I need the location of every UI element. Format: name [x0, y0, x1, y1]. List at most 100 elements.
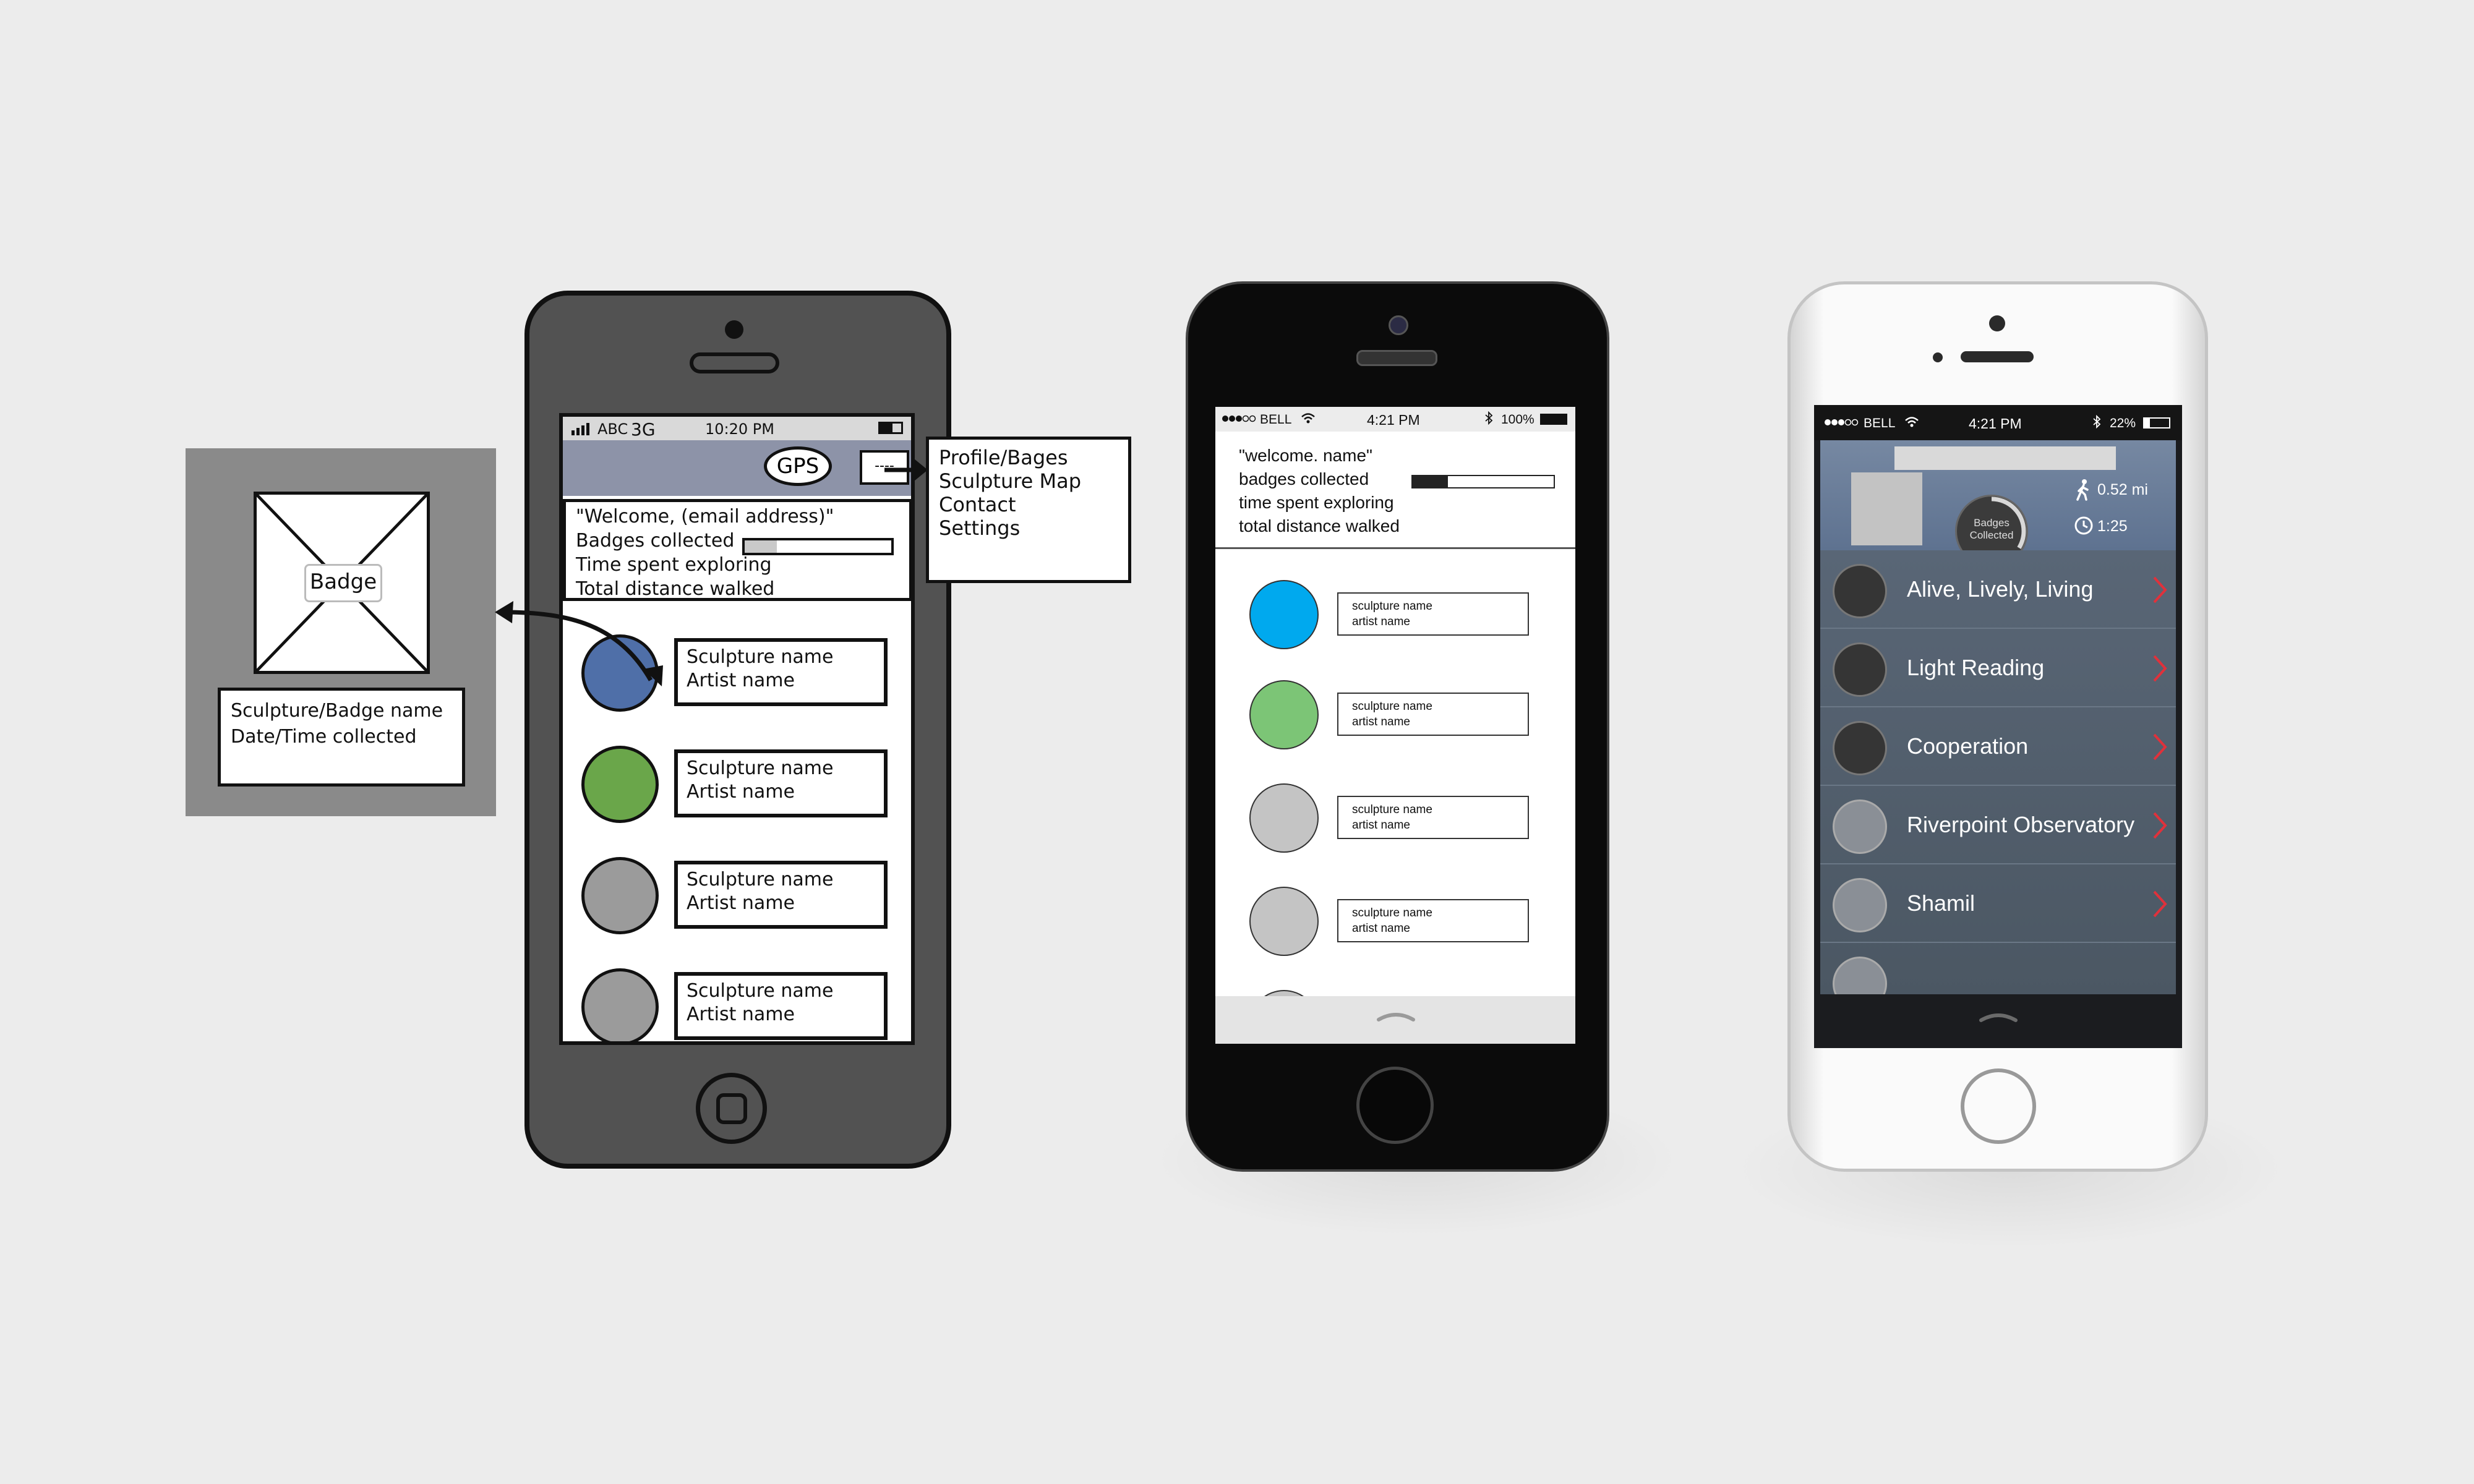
sensor-icon: [1933, 352, 1943, 362]
home-button[interactable]: [1961, 1068, 2036, 1144]
artist-name: Artist name: [687, 1004, 795, 1025]
artist-name: Artist name: [687, 892, 795, 914]
battery-percent: 100%: [1501, 412, 1534, 427]
sculpture-badge-icon[interactable]: [581, 634, 659, 712]
menu-item-settings[interactable]: Settings: [939, 516, 1118, 540]
bluetooth-icon: [1484, 411, 1493, 429]
sculpture-list-item[interactable]: Alive, Lively, Living: [1820, 550, 2176, 629]
time-label: 10:20 PM: [705, 420, 774, 438]
badge-icon: [1833, 878, 1887, 932]
sculpture-list-item[interactable]: Sculpture name Artist name: [674, 861, 888, 929]
badge-label: Badge: [304, 564, 382, 602]
progress-fill: [745, 540, 777, 553]
sculpture-badge-icon[interactable]: [581, 746, 659, 823]
home-button-icon: [716, 1093, 747, 1124]
distance-walked-label: total distance walked: [1239, 516, 1400, 535]
badge-icon: [1833, 721, 1887, 775]
badge-icon: [1833, 642, 1887, 697]
menu-item-profile[interactable]: Profile/Bages: [939, 446, 1118, 469]
camera-icon: [725, 320, 743, 339]
sculpture-badge-icon[interactable]: [1249, 783, 1319, 853]
badge-info-box: Sculpture/Badge name Date/Time collected: [218, 688, 465, 787]
badge-icon: [1833, 800, 1887, 854]
sculpture-name: Cooperation: [1907, 733, 2029, 759]
chevron-right-icon: [2153, 655, 2167, 682]
carrier-label: BELL: [1864, 416, 1896, 430]
battery-icon: [1540, 414, 1567, 425]
battery-percent: 22%: [2110, 416, 2136, 430]
wifi-icon: [1301, 412, 1316, 428]
sculpture-name: sculpture name: [1352, 906, 1432, 919]
badge-icon: [1833, 564, 1887, 618]
artist-name: artist name: [1352, 922, 1410, 935]
sculpture-list-item[interactable]: sculpture name artist name: [1337, 899, 1529, 942]
sculpture-list-item[interactable]: [1820, 943, 2176, 994]
sculpture-list: Alive, Lively, Living Light Reading Coop…: [1820, 550, 2176, 994]
sculpture-name: Sculpture name: [687, 757, 834, 779]
distance-value: 0.52 mi: [2097, 481, 2148, 498]
time-spent-label: Time spent exploring: [576, 554, 772, 576]
final-screen: BELL 4:21 PM 22% Badges Collected 0.52 m…: [1814, 405, 2182, 1048]
camera-icon: [1989, 315, 2005, 331]
sculpture-list-item[interactable]: sculpture name artist name: [1337, 592, 1529, 636]
home-button[interactable]: [1356, 1067, 1434, 1144]
chevron-up-icon: [1377, 1013, 1415, 1021]
menu-button[interactable]: ----: [860, 450, 909, 485]
sculpture-name: Alive, Lively, Living: [1907, 576, 2094, 602]
artist-name: artist name: [1352, 819, 1410, 832]
clock-icon: [2074, 516, 2094, 538]
status-bar: BELL 4:21 PM 100%: [1215, 407, 1575, 432]
status-bar: BELL 4:21 PM 22%: [1814, 405, 2182, 440]
badges-progress-bar: [1411, 475, 1555, 488]
signal-icon: [1824, 416, 1859, 432]
welcome-text: "Welcome, (email address)": [576, 506, 834, 527]
badge-info-line: Date/Time collected: [231, 726, 417, 748]
menu-item-map[interactable]: Sculpture Map: [939, 469, 1118, 493]
artist-name: Artist name: [687, 670, 795, 691]
network-label: 3G: [631, 419, 656, 440]
welcome-card: "welcome. name" badges collected time sp…: [1215, 432, 1575, 549]
sculpture-list-item[interactable]: Riverpoint Observatory: [1820, 786, 2176, 864]
avatar[interactable]: [1851, 472, 1922, 545]
chevron-right-icon: [2153, 576, 2167, 603]
sculpture-list-item[interactable]: Sculpture name Artist name: [674, 972, 888, 1040]
artist-name: artist name: [1352, 615, 1410, 628]
carrier-label: ABC: [597, 420, 628, 438]
speaker-icon: [690, 352, 779, 373]
signal-icon: [1222, 412, 1256, 429]
sculpture-name: Riverpoint Observatory: [1907, 812, 2135, 837]
gps-button[interactable]: GPS: [764, 446, 832, 486]
battery-icon: [2143, 417, 2170, 429]
sculpture-badge-icon[interactable]: [581, 857, 659, 934]
sculpture-badge-icon[interactable]: [1249, 887, 1319, 956]
artist-name: Artist name: [687, 781, 795, 803]
sculpture-name: sculpture name: [1352, 803, 1432, 816]
carrier-label: BELL: [1260, 412, 1292, 427]
sculpture-list-item[interactable]: sculpture name artist name: [1337, 693, 1529, 736]
sculpture-list-item[interactable]: sculpture name artist name: [1337, 796, 1529, 839]
sculpture-badge-icon[interactable]: [581, 968, 659, 1041]
control-center-handle[interactable]: [1215, 996, 1575, 1044]
user-name-placeholder: [1894, 446, 2116, 470]
distance-walked-label: Total distance walked: [576, 578, 775, 600]
menu-item-contact[interactable]: Contact: [939, 493, 1118, 516]
speaker-icon: [1356, 350, 1437, 366]
camera-icon: [1389, 315, 1408, 335]
control-center-handle[interactable]: [1814, 994, 2182, 1048]
chevron-right-icon: [2153, 733, 2167, 761]
sculpture-badge-icon[interactable]: [1249, 680, 1319, 749]
sculpture-list-item[interactable]: Sculpture name Artist name: [674, 638, 888, 706]
sculpture-name: Sculpture name: [687, 646, 834, 668]
status-bar: ABC 3G 10:20 PM: [563, 417, 911, 440]
sculpture-name: Sculpture name: [687, 980, 834, 1002]
sculpture-list-item[interactable]: Light Reading: [1820, 629, 2176, 707]
sculpture-badge-icon[interactable]: [1249, 580, 1319, 649]
sculpture-list-item[interactable]: Sculpture name Artist name: [674, 749, 888, 817]
time-label: 4:21 PM: [1367, 412, 1420, 428]
badge-info-line: Sculpture/Badge name: [231, 700, 443, 722]
time-label: 4:21 PM: [1969, 416, 2022, 432]
walking-icon: [2075, 479, 2091, 503]
sculpture-list-item[interactable]: Shamil: [1820, 864, 2176, 943]
sculpture-list-item[interactable]: Cooperation: [1820, 707, 2176, 786]
time-spent-label: time spent exploring: [1239, 493, 1394, 512]
